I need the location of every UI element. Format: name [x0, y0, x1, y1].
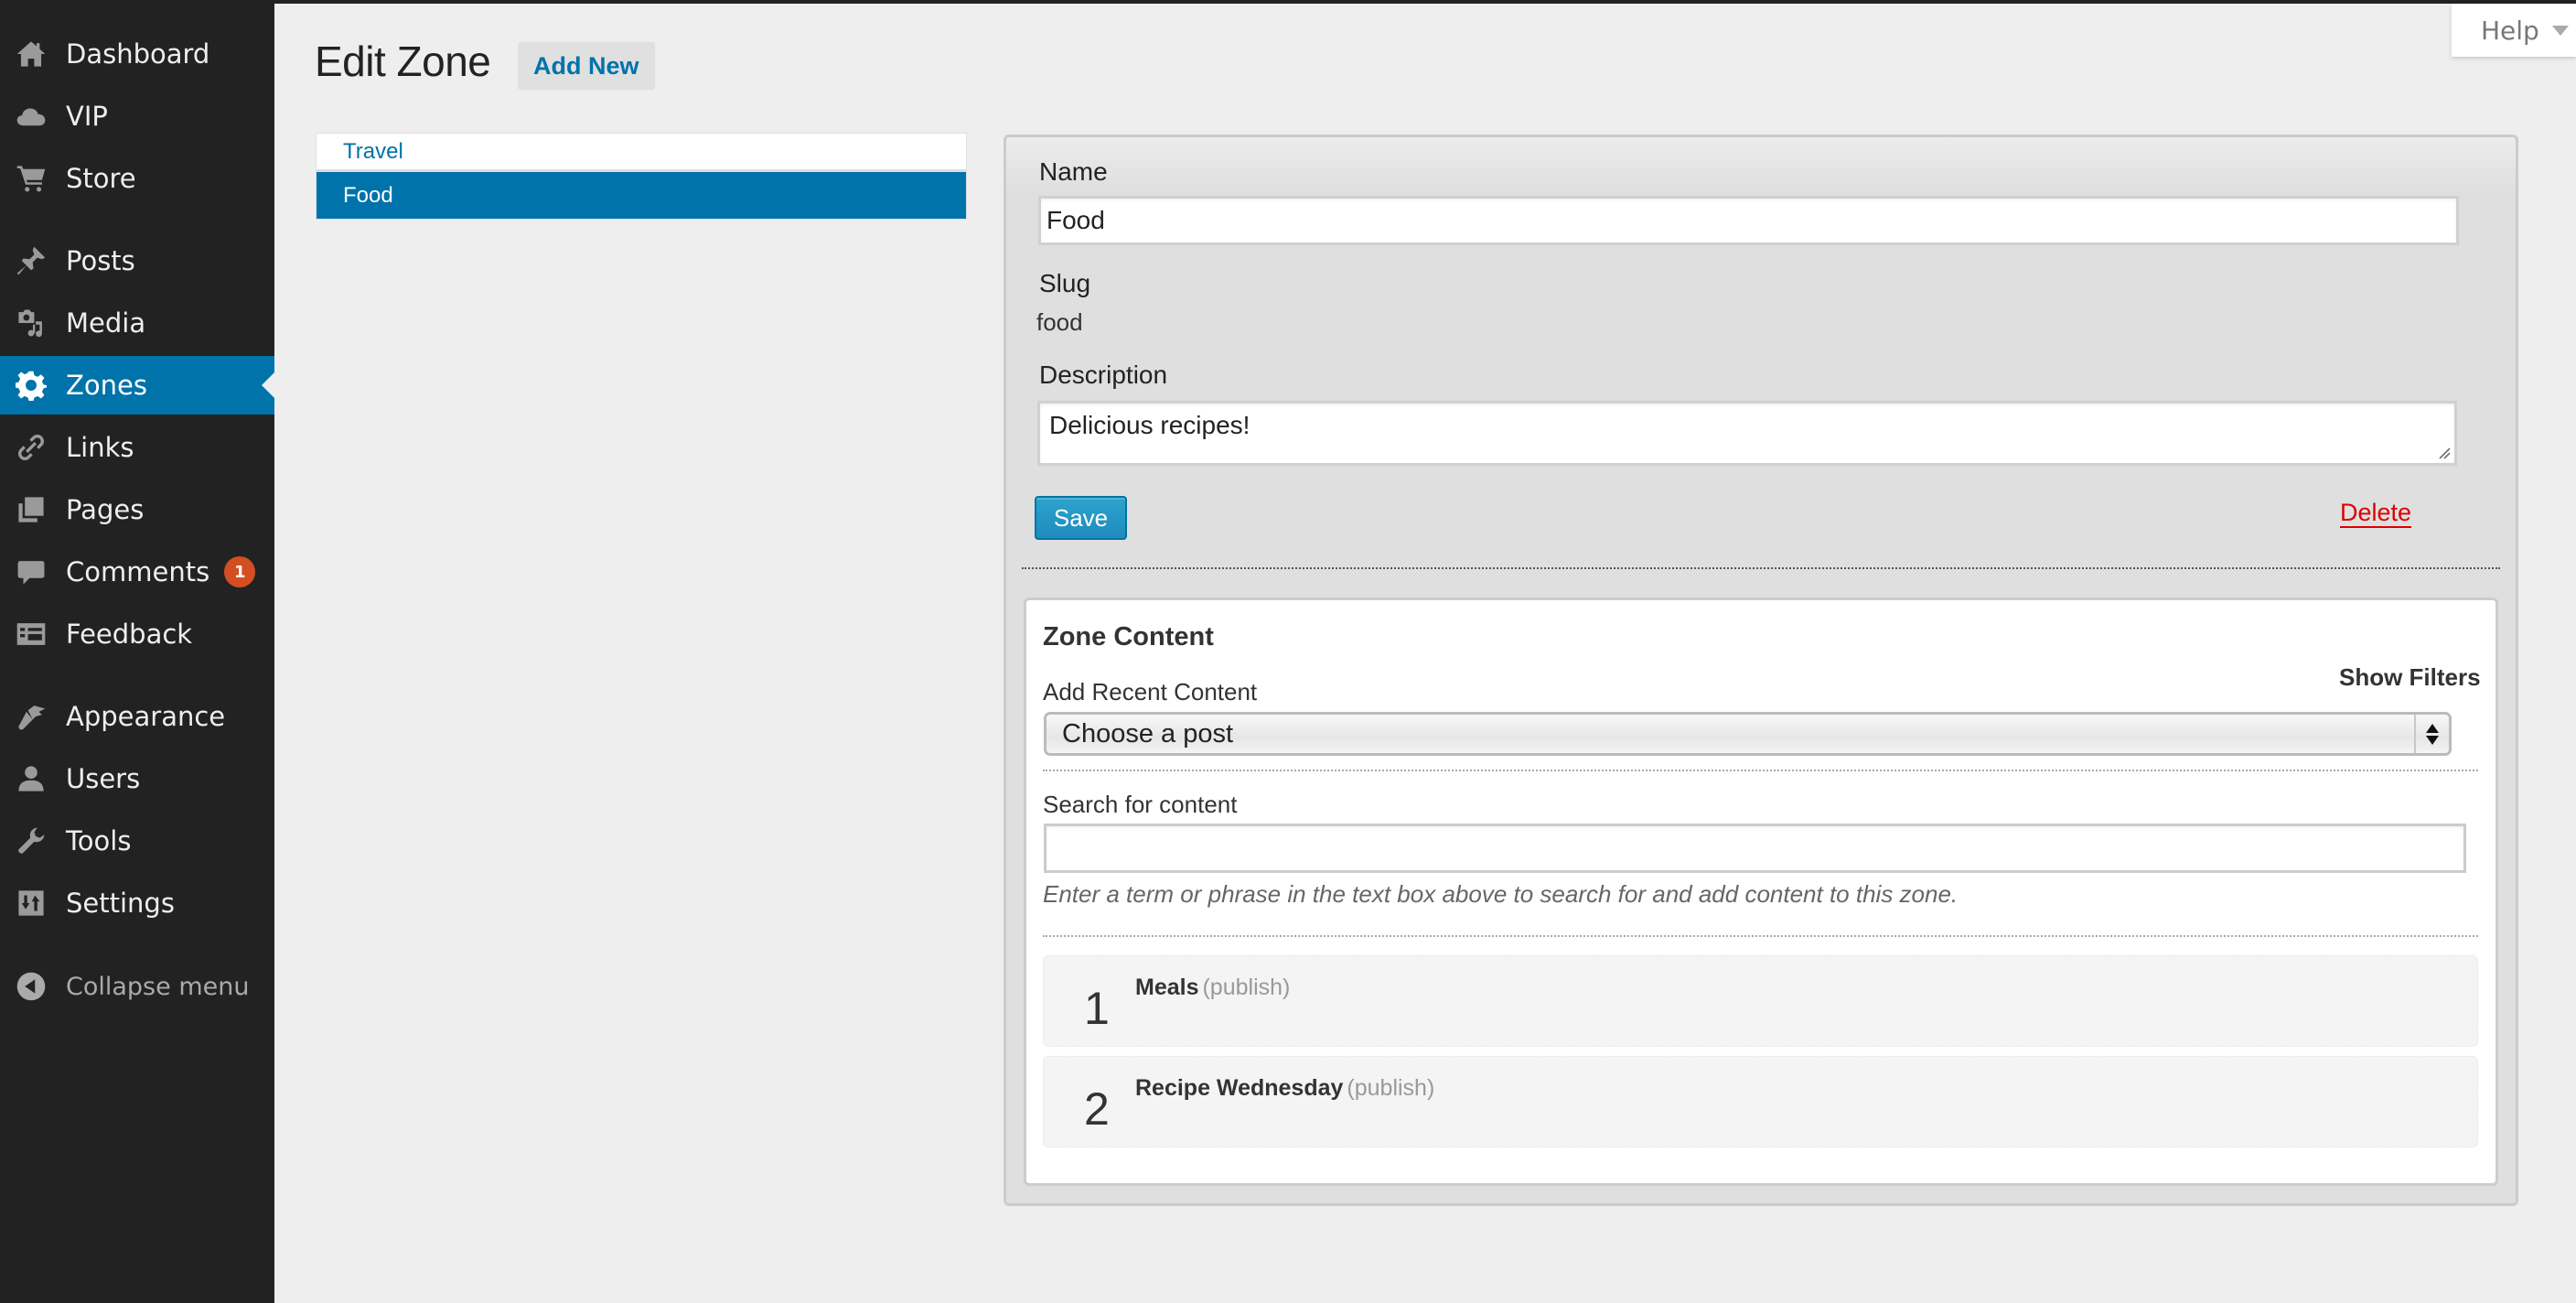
resize-grip-icon[interactable] [2438, 447, 2451, 459]
add-new-button[interactable]: Add New [518, 42, 655, 90]
slug-value: food [1036, 308, 1083, 336]
sidebar-item-zones[interactable]: Zones [0, 356, 274, 415]
divider [1022, 567, 2500, 569]
post-title-text: Meals [1135, 975, 1199, 1000]
sidebar-item-feedback[interactable]: Feedback [0, 605, 274, 663]
select-arrows-icon [2414, 715, 2449, 753]
post-title: Meals (publish) [1135, 975, 1290, 1001]
zone-content-title: Zone Content [1043, 622, 1214, 652]
pushpin-icon [15, 244, 48, 277]
sidebar-item-label: VIP [66, 101, 108, 132]
sidebar-item-label: Users [66, 763, 141, 794]
cloud-icon [15, 100, 48, 133]
post-title-text: Recipe Wednesday [1135, 1075, 1344, 1101]
collapse-menu-button[interactable]: Collapse menu [0, 957, 274, 1016]
post-position: 2 [1084, 1083, 1110, 1135]
sidebar-item-label: Links [66, 432, 134, 463]
page-title: Edit Zone [315, 38, 491, 85]
sidebar-item-links[interactable]: Links [0, 418, 274, 477]
sidebar-item-users[interactable]: Users [0, 749, 274, 808]
sidebar-item-label: Feedback [66, 619, 193, 650]
sidebar-item-appearance[interactable]: Appearance [0, 687, 274, 746]
link-icon [15, 431, 48, 464]
admin-sidebar: Dashboard VIP Store Posts Media Zones Li… [0, 0, 274, 1303]
gear-icon [15, 369, 48, 402]
sidebar-item-dashboard[interactable]: Dashboard [0, 25, 274, 83]
divider [1043, 935, 2478, 937]
zone-post-item[interactable]: 1 Meals (publish) [1043, 955, 2478, 1047]
settings-sliders-icon [15, 887, 48, 920]
search-content-label: Search for content [1043, 791, 1238, 818]
sidebar-item-comments[interactable]: Comments 1 [0, 543, 274, 601]
sidebar-item-label: Appearance [66, 701, 226, 732]
zone-list-item-travel[interactable]: Travel [317, 134, 966, 172]
description-textarea[interactable]: Delicious recipes! [1037, 401, 2457, 466]
sidebar-item-label: Comments [66, 556, 210, 587]
home-icon [15, 38, 48, 70]
post-status: (publish) [1347, 1075, 1435, 1101]
sidebar-item-label: Media [66, 307, 146, 339]
sidebar-item-label: Store [66, 163, 136, 194]
sidebar-item-label: Settings [66, 888, 175, 919]
add-recent-content-label: Add Recent Content [1043, 678, 1258, 705]
recent-content-select[interactable]: Choose a post [1044, 712, 2452, 756]
comment-count-badge: 1 [224, 556, 256, 587]
sidebar-item-tools[interactable]: Tools [0, 812, 274, 870]
feedback-icon [15, 618, 48, 651]
collapse-menu-label: Collapse menu [66, 972, 250, 1001]
paintbrush-icon [15, 700, 48, 733]
description-value: Delicious recipes! [1049, 411, 1250, 439]
delete-link[interactable]: Delete [2340, 499, 2411, 527]
search-content-input[interactable] [1044, 824, 2466, 873]
sidebar-item-label: Dashboard [66, 38, 210, 70]
save-button[interactable]: Save [1035, 496, 1127, 540]
sidebar-item-store[interactable]: Store [0, 149, 274, 208]
sidebar-item-label: Posts [66, 245, 135, 276]
sidebar-item-label: Tools [66, 825, 132, 856]
select-value: Choose a post [1062, 718, 1234, 748]
description-label: Description [1039, 361, 1168, 389]
post-title: Recipe Wednesday (publish) [1135, 1075, 1434, 1102]
post-status: (publish) [1202, 975, 1291, 1000]
cart-icon [15, 162, 48, 195]
sidebar-item-settings[interactable]: Settings [0, 874, 274, 932]
user-icon [15, 762, 48, 795]
search-hint: Enter a term or phrase in the text box a… [1043, 880, 1959, 908]
name-input[interactable] [1038, 196, 2459, 245]
slug-label: Slug [1039, 269, 1091, 297]
sidebar-item-label: Pages [66, 494, 145, 525]
media-icon [15, 307, 48, 339]
top-bar [0, 0, 2576, 4]
name-label: Name [1039, 157, 1108, 186]
pages-icon [15, 493, 48, 526]
comment-icon [15, 555, 48, 588]
sidebar-item-pages[interactable]: Pages [0, 480, 274, 539]
help-tab-button[interactable]: Help [2452, 4, 2576, 57]
sidebar-item-media[interactable]: Media [0, 294, 274, 352]
zone-list: Travel Food [316, 133, 967, 220]
current-page-pointer [262, 372, 274, 398]
show-filters-link[interactable]: Show Filters [2339, 663, 2481, 692]
zone-post-item[interactable]: 2 Recipe Wednesday (publish) [1043, 1056, 2478, 1147]
zone-list-item-food[interactable]: Food [317, 172, 966, 219]
collapse-arrow-icon [15, 970, 48, 1003]
sidebar-item-label: Zones [66, 370, 147, 401]
sidebar-item-vip[interactable]: VIP [0, 87, 274, 145]
wrench-icon [15, 824, 48, 857]
help-label: Help [2481, 15, 2539, 46]
sidebar-item-posts[interactable]: Posts [0, 232, 274, 290]
post-position: 1 [1084, 983, 1110, 1034]
divider [1043, 770, 2478, 771]
chevron-down-icon [2551, 25, 2569, 36]
